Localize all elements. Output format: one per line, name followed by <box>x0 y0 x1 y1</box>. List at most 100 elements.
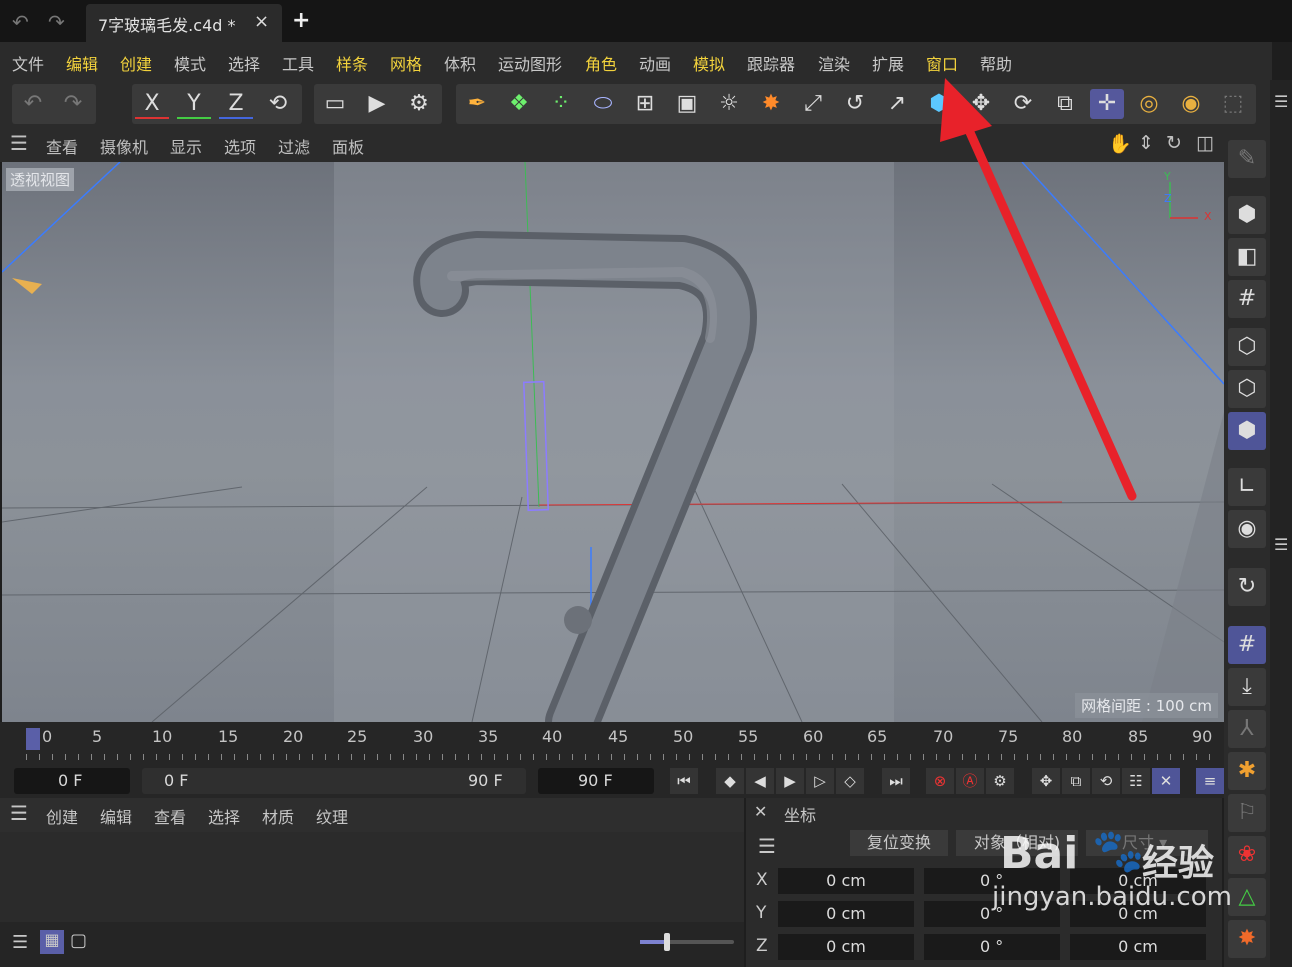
hamburger-icon[interactable]: ☰ <box>10 801 28 825</box>
zoom-slider[interactable] <box>640 933 734 951</box>
document-tab[interactable]: 7字玻璃毛发.c4d * × <box>86 4 282 42</box>
key-rotation-icon[interactable]: ⟲ <box>1092 768 1120 794</box>
axis-z-button[interactable]: Z <box>219 89 253 119</box>
scale-axis-icon[interactable]: ⤢ <box>796 89 830 119</box>
plugin-burst-icon[interactable]: ✸ <box>1228 920 1266 958</box>
render-view-icon[interactable]: ▭ <box>318 89 352 119</box>
effector-icon[interactable]: ✸ <box>754 89 788 119</box>
locked-axis-icon[interactable]: ⅄ <box>1228 710 1266 748</box>
menu-mograph[interactable]: 运动图形 <box>498 51 562 75</box>
prev-key-icon[interactable]: ◆ <box>716 768 744 794</box>
plugin-flag-icon[interactable]: ⚐ <box>1228 794 1266 832</box>
grid-icon[interactable]: ⊞ <box>628 89 662 119</box>
om-menu-create[interactable]: 创建 <box>46 804 78 828</box>
hamburger-icon[interactable]: ☰ <box>758 834 776 858</box>
key-scale-icon[interactable]: ⧉ <box>1062 768 1090 794</box>
key-pla-icon[interactable]: ✕ <box>1152 768 1180 794</box>
edit-mode-icon[interactable]: ✎ <box>1228 140 1266 178</box>
menu-tools[interactable]: 工具 <box>282 51 314 75</box>
axis-mode-icon[interactable]: ∟ <box>1228 468 1266 506</box>
edges-mode-icon[interactable]: ⬡ <box>1228 370 1266 408</box>
om-menu-edit[interactable]: 编辑 <box>100 804 132 828</box>
playhead[interactable] <box>26 728 40 750</box>
prev-frame-icon[interactable]: ◀ <box>746 768 774 794</box>
snap-icon[interactable]: # <box>1228 626 1266 664</box>
record-icon[interactable]: ⊗ <box>926 768 954 794</box>
axis-y-button[interactable]: Y <box>177 89 211 119</box>
position-x-field[interactable]: 0 cm <box>778 868 914 894</box>
next-frame-icon[interactable]: ▷ <box>806 768 834 794</box>
axis-x-button[interactable]: X <box>135 89 169 119</box>
om-menu-material[interactable]: 材质 <box>262 804 294 828</box>
plugin-app-icon[interactable]: ❀ <box>1228 836 1266 874</box>
key-position-icon[interactable]: ✥ <box>1032 768 1060 794</box>
menu-simulate[interactable]: 模拟 <box>693 51 725 75</box>
zoom-slider-handle[interactable] <box>664 933 670 951</box>
size-z-field[interactable]: 0 cm <box>1070 934 1206 960</box>
list-view-icon[interactable]: ☰ <box>12 932 28 953</box>
next-key-icon[interactable]: ◇ <box>836 768 864 794</box>
orbit-icon[interactable]: ↻ <box>1166 132 1182 154</box>
plugin-triangle-icon[interactable]: △ <box>1228 878 1266 916</box>
workplane-icon[interactable]: # <box>1228 280 1266 318</box>
reset-transform-button[interactable]: 复位变换 <box>850 830 948 856</box>
rotation-z-field[interactable]: 0 ° <box>924 934 1060 960</box>
om-menu-view[interactable]: 查看 <box>154 804 186 828</box>
menu-character[interactable]: 角色 <box>585 51 617 75</box>
go-to-start-icon[interactable]: ⏮ <box>670 768 698 794</box>
menu-file[interactable]: 文件 <box>12 51 44 75</box>
close-panel-icon[interactable]: ✕ <box>754 802 767 821</box>
viewport-menu-cameras[interactable]: 摄像机 <box>100 134 148 158</box>
grid-view-icon[interactable]: ▦ <box>40 930 64 954</box>
undo-icon[interactable]: ↶ <box>12 10 29 34</box>
viewport-menu-filter[interactable]: 过滤 <box>278 134 310 158</box>
viewport-menu-view[interactable]: 查看 <box>46 134 78 158</box>
tweak-mode-icon[interactable]: ↻ <box>1228 568 1266 606</box>
cube-points-icon[interactable]: ❖ <box>502 89 536 119</box>
menu-create[interactable]: 创建 <box>120 51 152 75</box>
key-param-icon[interactable]: ☷ <box>1122 768 1150 794</box>
large-view-icon[interactable]: ▢ <box>70 930 87 951</box>
play-icon[interactable]: ▶ <box>776 768 804 794</box>
menu-spline[interactable]: 样条 <box>336 51 368 75</box>
deformer-icon[interactable]: ⬭ <box>586 89 620 119</box>
om-menu-select[interactable]: 选择 <box>208 804 240 828</box>
render-picture-viewer-icon[interactable]: ▶ <box>360 89 394 119</box>
polygons-mode-icon[interactable]: ⬢ <box>1228 412 1266 450</box>
go-to-end-icon[interactable]: ⏭ <box>882 768 910 794</box>
menu-mode[interactable]: 模式 <box>174 51 206 75</box>
drop-to-floor-icon[interactable]: ⤓ <box>1228 668 1266 706</box>
hamburger-icon[interactable]: ☰ <box>1274 535 1288 554</box>
viewport-menu-panel[interactable]: 面板 <box>332 134 364 158</box>
timeline-settings-icon[interactable]: ≡ <box>1196 768 1224 794</box>
viewport-menu-display[interactable]: 显示 <box>170 134 202 158</box>
hamburger-icon[interactable]: ☰ <box>1274 92 1288 111</box>
coordinate-system-icon[interactable]: ⟲ <box>261 89 295 119</box>
hamburger-icon[interactable]: ☰ <box>10 131 28 155</box>
max-frame-field[interactable]: 90 F <box>538 768 654 794</box>
redo-icon[interactable]: ↷ <box>56 89 90 119</box>
menu-volume[interactable]: 体积 <box>444 51 476 75</box>
position-z-field[interactable]: 0 cm <box>778 934 914 960</box>
solo-mode-icon[interactable]: ◉ <box>1228 510 1266 548</box>
menu-tracker[interactable]: 跟踪器 <box>747 51 795 75</box>
select-poly-icon[interactable]: ⬚ <box>1216 89 1250 119</box>
om-menu-texture[interactable]: 纹理 <box>316 804 348 828</box>
viewport-menu-options[interactable]: 选项 <box>224 134 256 158</box>
rotate-axis-icon[interactable]: ↺ <box>838 89 872 119</box>
camera-icon[interactable]: ▣ <box>670 89 704 119</box>
redo-icon[interactable]: ↷ <box>48 10 65 34</box>
menu-select[interactable]: 选择 <box>228 51 260 75</box>
new-tab-icon[interactable]: + <box>292 8 310 33</box>
cloner-icon[interactable]: ⁘ <box>544 89 578 119</box>
current-frame-field[interactable]: 0 F <box>14 768 130 794</box>
select-rect-icon[interactable]: ◉ <box>1174 89 1208 119</box>
menu-edit[interactable]: 编辑 <box>66 51 98 75</box>
light-icon[interactable]: ☼ <box>712 89 746 119</box>
frame-range-slider[interactable]: 0 F 90 F <box>142 768 526 794</box>
maximize-view-icon[interactable]: ◫ <box>1196 132 1214 154</box>
texture-mode-icon[interactable]: ◧ <box>1228 238 1266 276</box>
undo-icon[interactable]: ↶ <box>16 89 50 119</box>
render-settings-icon[interactable]: ⚙ <box>402 89 436 119</box>
points-mode-icon[interactable]: ⬡ <box>1228 328 1266 366</box>
